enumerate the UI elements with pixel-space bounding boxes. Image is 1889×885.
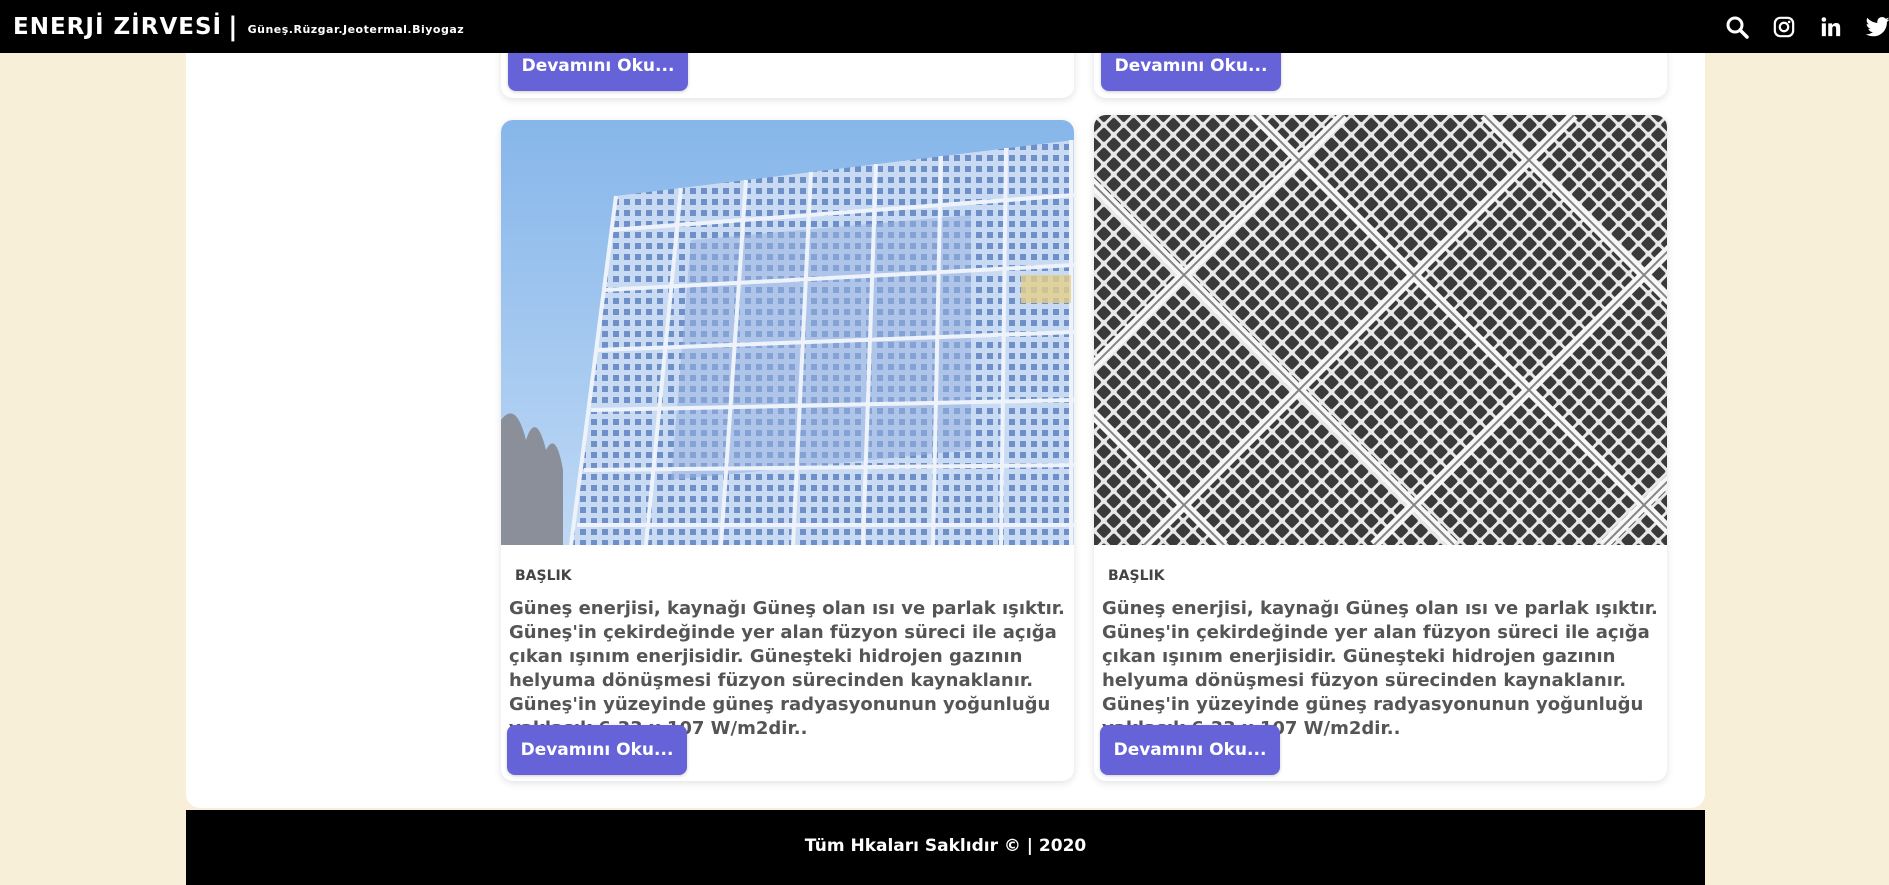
read-more-button[interactable]: Devamını Oku... [1100, 725, 1280, 775]
top-navbar: ENERJİ ZİRVESİ | Güneş.Rüzgar.Jeotermal.… [0, 0, 1889, 53]
copyright-text: Tüm Hkaları Saklıdır © | 2020 [804, 835, 1087, 856]
glass-building-facade-photo [501, 120, 1074, 545]
card-title: BAŞLIK [1108, 568, 1165, 584]
card-text: Güneş enerjisi, kaynağı Güneş olan ısı v… [509, 598, 1065, 739]
instagram-icon[interactable] [1770, 13, 1798, 41]
footer: Tüm Hkaları Saklıdır © | 2020 [186, 810, 1705, 885]
search-icon[interactable] [1723, 13, 1751, 41]
card-text: Güneş enerjisi, kaynağı Güneş olan ısı v… [1102, 598, 1658, 739]
brand-separator: | [228, 11, 238, 42]
twitter-icon[interactable] [1864, 13, 1889, 41]
brand-tagline: Güneş.Rüzgar.Jeotermal.Biyogaz [247, 23, 465, 36]
card-title: BAŞLIK [515, 568, 572, 584]
solar-panel-grid-photo [1094, 115, 1667, 545]
brand-title: ENERJİ ZİRVESİ [13, 13, 223, 40]
brand[interactable]: ENERJİ ZİRVESİ | Güneş.Rüzgar.Jeotermal.… [13, 12, 464, 42]
content-panel: Devamını Oku... Devamını Oku... BAŞLIK G… [186, 0, 1705, 808]
linkedin-icon[interactable] [1817, 13, 1845, 41]
read-more-button[interactable]: Devamını Oku... [507, 725, 687, 775]
article-card-2: BAŞLIK Güneş enerjisi, kaynağı Güneş ola… [1094, 115, 1667, 781]
article-card-1: BAŞLIK Güneş enerjisi, kaynağı Güneş ola… [501, 120, 1074, 781]
